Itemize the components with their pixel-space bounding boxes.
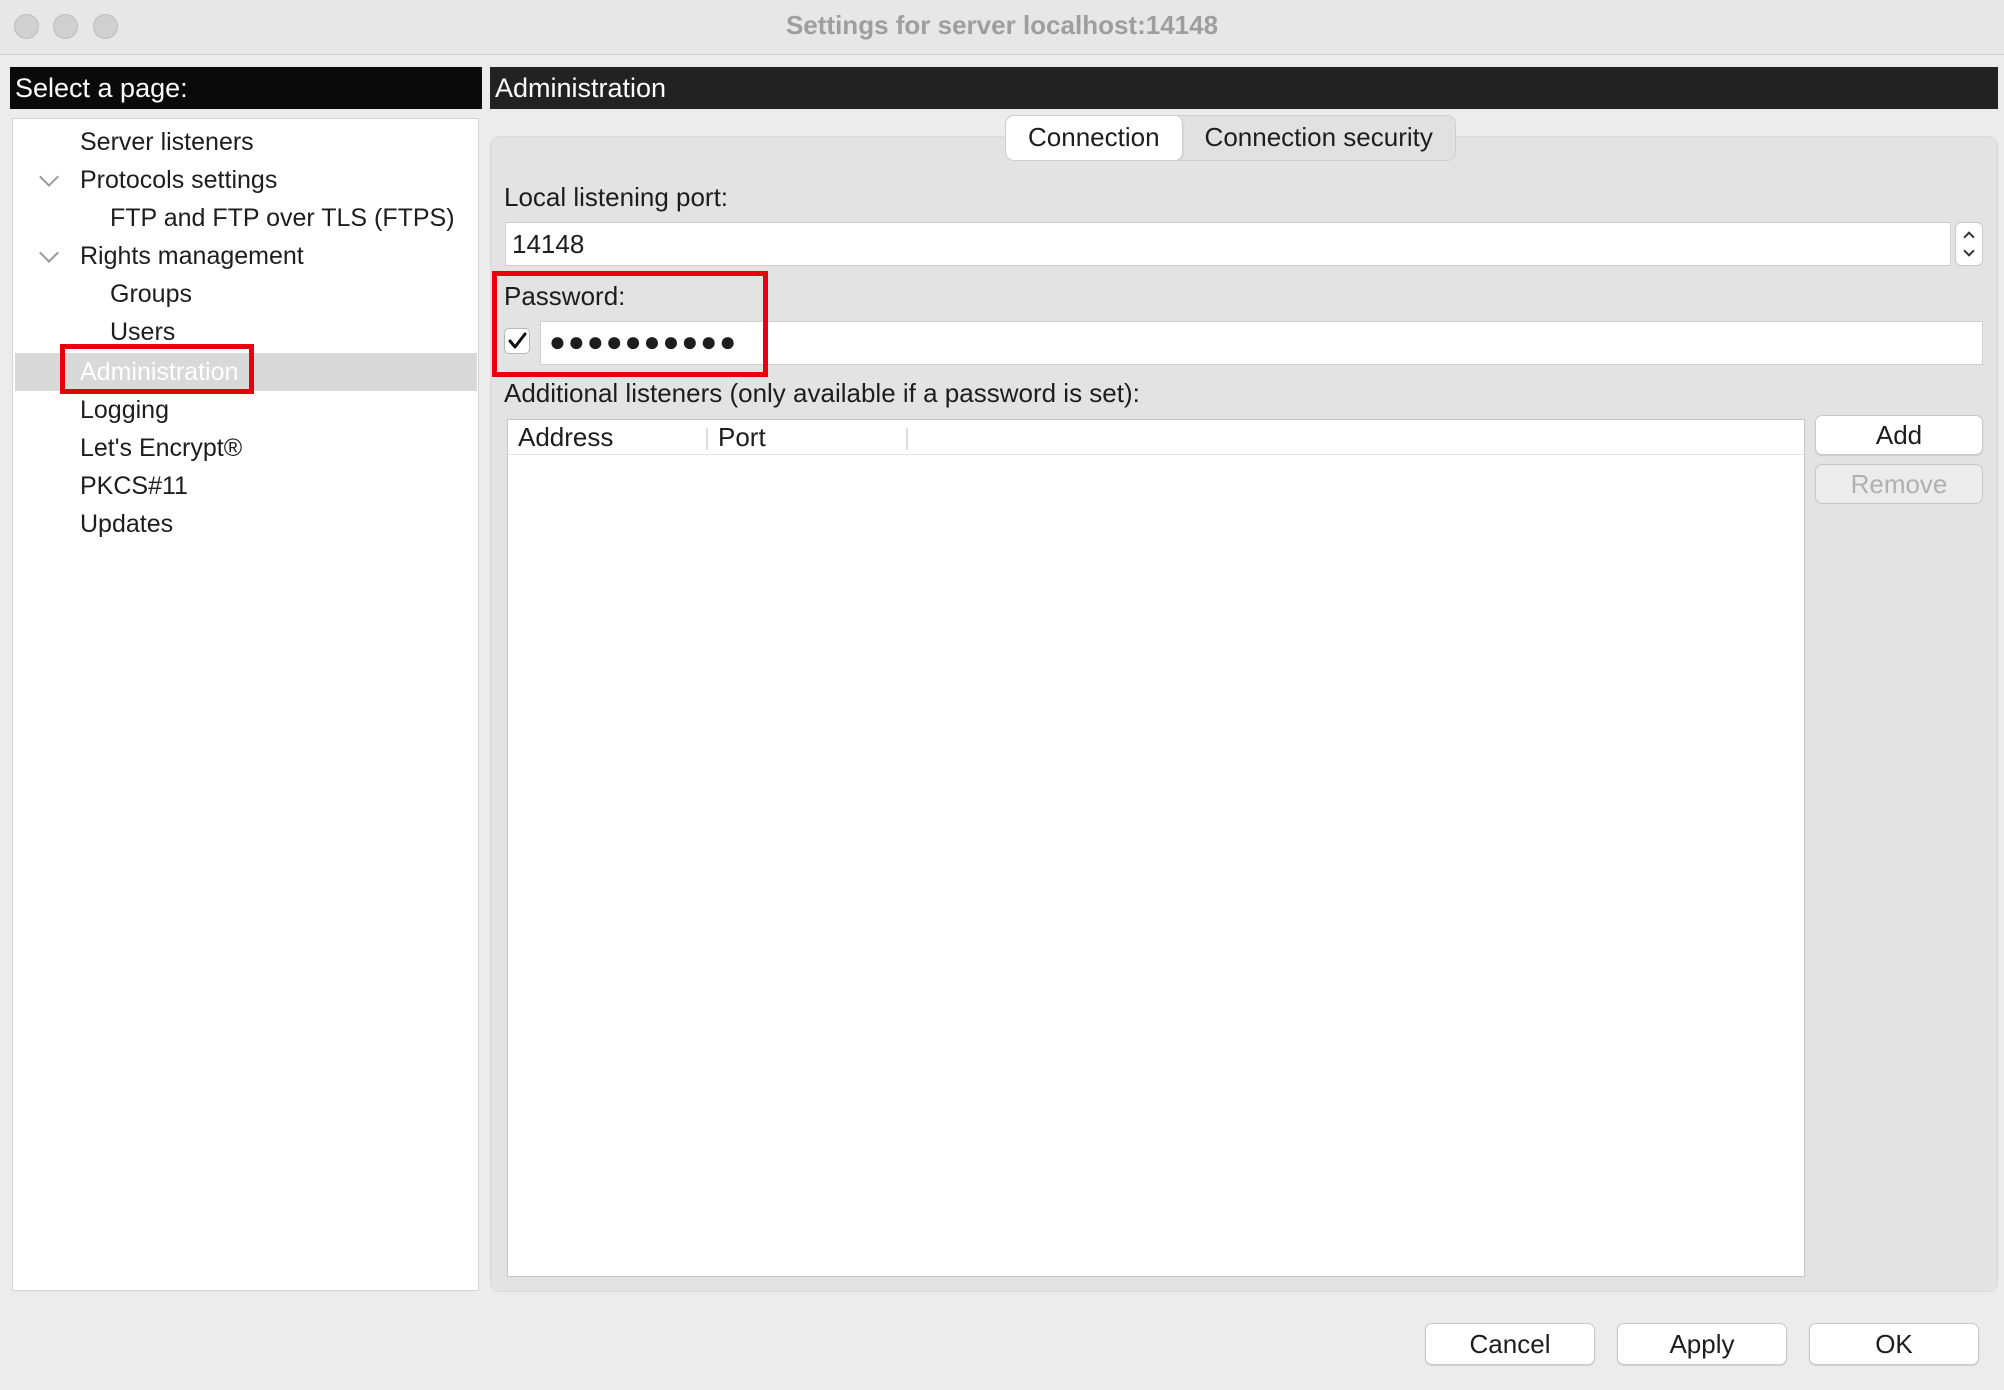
tree-item-updates[interactable]: Updates: [80, 505, 173, 543]
chevron-down-icon[interactable]: [39, 243, 59, 263]
remove-button[interactable]: Remove: [1815, 464, 1983, 504]
tab-connection-security[interactable]: Connection security: [1183, 116, 1455, 160]
port-stepper[interactable]: [1955, 222, 1983, 266]
tree-item-server-listeners[interactable]: Server listeners: [80, 123, 254, 161]
chevron-up-icon[interactable]: [1963, 231, 1975, 243]
tree-item-lets-encrypt[interactable]: Let's Encrypt®: [80, 429, 242, 467]
chevron-down-icon[interactable]: [1963, 245, 1975, 257]
cancel-button[interactable]: Cancel: [1425, 1323, 1595, 1365]
title-bar: Settings for server localhost:14148: [0, 0, 2004, 55]
page-tree[interactable]: Server listeners Protocols settings FTP …: [12, 118, 479, 1291]
tree-item-groups[interactable]: Groups: [110, 275, 192, 313]
ok-button[interactable]: OK: [1809, 1323, 1979, 1365]
select-page-header: Select a page:: [10, 67, 482, 109]
port-label: Local listening port:: [504, 182, 729, 212]
column-header-address[interactable]: Address: [508, 420, 706, 454]
tab-bar: Connection Connection security: [1005, 115, 1456, 161]
tree-item-rights-management[interactable]: Rights management: [80, 237, 304, 275]
tree-item-protocols-settings[interactable]: Protocols settings: [80, 161, 277, 199]
column-header-port[interactable]: Port: [708, 420, 906, 454]
chevron-down-icon[interactable]: [39, 167, 59, 187]
highlight-box-password: [492, 271, 768, 377]
apply-button[interactable]: Apply: [1617, 1323, 1787, 1365]
page-title: Administration: [490, 67, 1998, 109]
tree-item-ftp-ftps[interactable]: FTP and FTP over TLS (FTPS): [110, 199, 455, 237]
tree-item-logging[interactable]: Logging: [80, 391, 169, 429]
listeners-label: Additional listeners (only available if …: [504, 378, 1140, 408]
tree-item-pkcs11[interactable]: PKCS#11: [80, 467, 188, 505]
window-title: Settings for server localhost:14148: [785, 10, 1219, 40]
column-divider[interactable]: [906, 428, 908, 450]
tab-connection[interactable]: Connection: [1006, 116, 1183, 160]
port-input[interactable]: 14148: [505, 222, 1951, 266]
listeners-table[interactable]: Address Port: [507, 419, 1805, 1277]
highlight-box-administration: [60, 344, 254, 394]
add-button[interactable]: Add: [1815, 415, 1983, 455]
